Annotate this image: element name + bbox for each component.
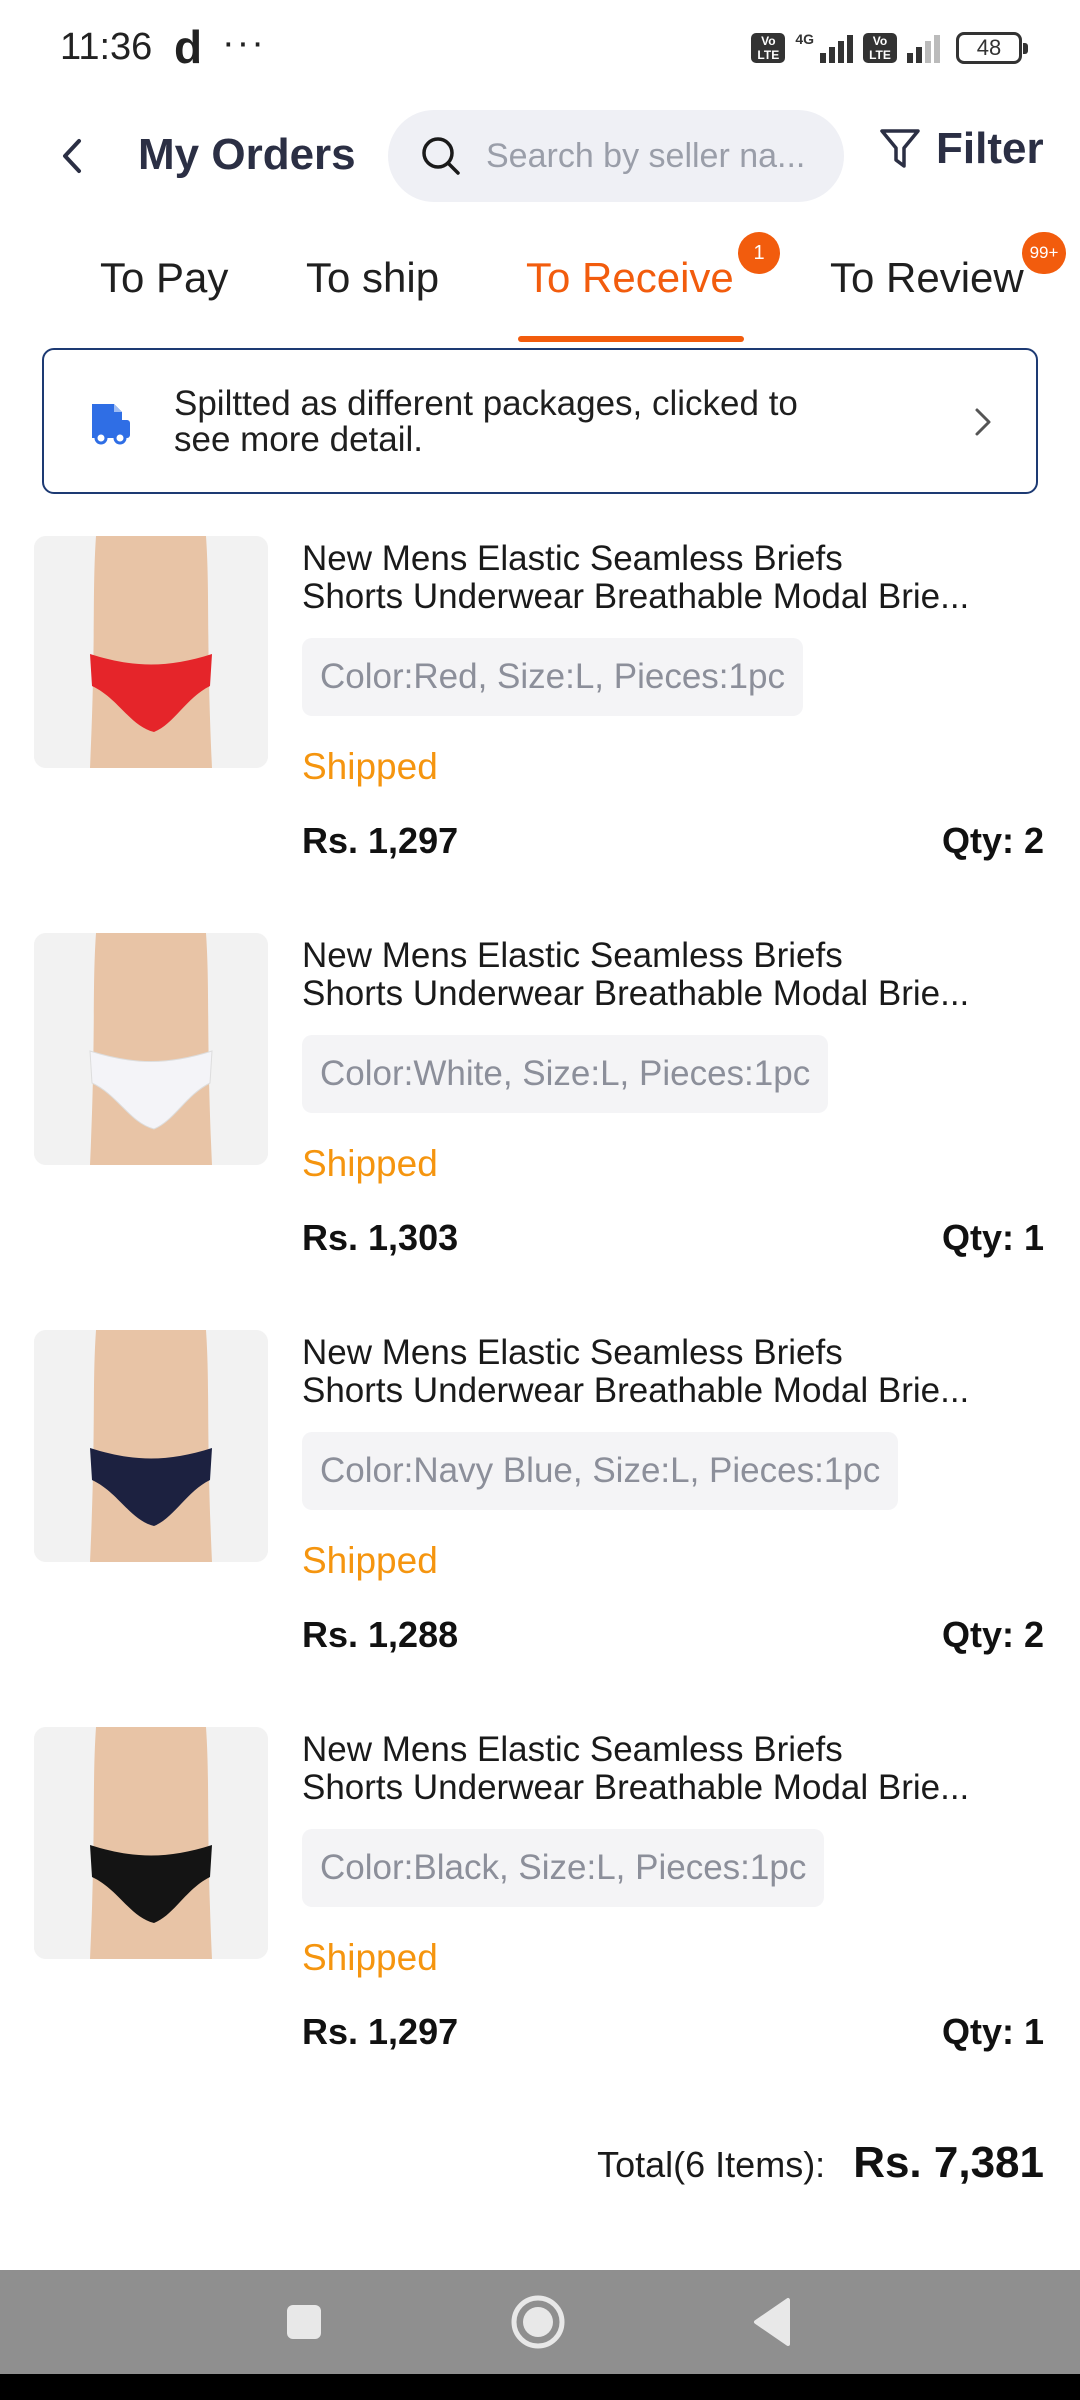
back-nav-button[interactable] — [744, 2292, 804, 2352]
tab-to-receive[interactable]: To Receive — [526, 254, 734, 302]
system-nav-bar — [0, 2270, 1080, 2374]
variant-tag: Color:Black, Size:L, Pieces:1pc — [302, 1829, 825, 1907]
tab-badge-to-receive: 1 — [738, 232, 780, 274]
search-input[interactable] — [486, 136, 826, 176]
notice-line-1: Spiltted as different packages, clicked … — [174, 384, 798, 423]
item-price: Rs. 1,297 — [302, 2011, 459, 2052]
signal-strength-icon-2 — [907, 33, 940, 63]
product-title-line-2: Shorts Underwear Breathable Modal Brie..… — [302, 1372, 970, 1410]
battery-icon: 48 — [956, 32, 1028, 64]
tab-to-review[interactable]: To Review — [830, 254, 1024, 302]
product-title: New Mens Elastic Seamless Briefs Shorts … — [302, 1334, 1046, 1410]
signal-strength-icon — [820, 33, 853, 63]
packages-notice[interactable]: Spiltted as different packages, clicked … — [42, 348, 1038, 494]
product-title-line-1: New Mens Elastic Seamless Briefs — [302, 1731, 843, 1769]
order-item[interactable]: New Mens Elastic Seamless Briefs Shorts … — [0, 1727, 1080, 2087]
order-item[interactable]: New Mens Elastic Seamless Briefs Shorts … — [0, 1330, 1080, 1690]
header: My Orders Filter — [0, 108, 1080, 204]
tab-to-pay[interactable]: To Pay — [100, 254, 228, 302]
product-title: New Mens Elastic Seamless Briefs Shorts … — [302, 937, 1046, 1013]
item-qty: Qty: 2 — [941, 1614, 1044, 1655]
product-title-line-2: Shorts Underwear Breathable Modal Brie..… — [302, 1769, 970, 1807]
product-image — [34, 536, 268, 768]
recents-button[interactable] — [274, 2292, 334, 2352]
order-item[interactable]: New Mens Elastic Seamless Briefs Shorts … — [0, 536, 1080, 896]
bottom-strip — [0, 2374, 1080, 2400]
active-tab-indicator — [518, 336, 744, 342]
item-qty: Qty: 2 — [941, 820, 1044, 861]
product-image — [34, 1330, 268, 1562]
total-value: Rs. 7,381 — [853, 2138, 1044, 2187]
network-type-label: 4G — [795, 31, 814, 47]
product-title-line-1: New Mens Elastic Seamless Briefs — [302, 1334, 843, 1372]
volte-icon: Vo LTE — [751, 33, 786, 63]
page-title: My Orders — [138, 130, 356, 179]
status-bar: 11:36 d ··· Vo LTE 4G Vo LTE 48 — [0, 0, 1080, 100]
variant-tag: Color:White, Size:L, Pieces:1pc — [302, 1035, 829, 1113]
order-item[interactable]: New Mens Elastic Seamless Briefs Shorts … — [0, 933, 1080, 1293]
order-tabs: To Pay To ship To Receive 1 To Review 99… — [0, 230, 1080, 342]
volte-icon-2: Vo LTE — [863, 33, 897, 63]
notification-app-icon: d — [174, 21, 203, 73]
more-notifications-icon: ··· — [222, 22, 266, 64]
order-status: Shipped — [302, 1540, 438, 1581]
item-qty: Qty: 1 — [941, 1217, 1044, 1258]
order-status: Shipped — [302, 1143, 438, 1184]
product-title: New Mens Elastic Seamless Briefs Shorts … — [302, 540, 1046, 616]
filter-icon — [880, 129, 920, 168]
order-status: Shipped — [302, 746, 438, 787]
product-image — [34, 1727, 268, 1959]
product-title-line-2: Shorts Underwear Breathable Modal Brie..… — [302, 578, 970, 616]
filter-button[interactable]: Filter — [878, 124, 1044, 174]
variant-tag: Color:Navy Blue, Size:L, Pieces:1pc — [302, 1432, 899, 1510]
product-title-line-1: New Mens Elastic Seamless Briefs — [302, 937, 843, 975]
item-price: Rs. 1,303 — [302, 1217, 459, 1258]
order-total: Total(6 Items): Rs. 7,381 — [597, 2138, 1044, 2188]
item-price: Rs. 1,297 — [302, 820, 459, 861]
order-status: Shipped — [302, 1937, 438, 1978]
product-title-line-2: Shorts Underwear Breathable Modal Brie..… — [302, 975, 970, 1013]
back-button[interactable] — [40, 124, 104, 188]
variant-tag: Color:Red, Size:L, Pieces:1pc — [302, 638, 803, 716]
product-title: New Mens Elastic Seamless Briefs Shorts … — [302, 1731, 1046, 1807]
chevron-right-icon — [975, 408, 991, 436]
notice-text: Spiltted as different packages, clicked … — [174, 386, 934, 458]
filter-label: Filter — [936, 124, 1044, 173]
item-price: Rs. 1,288 — [302, 1614, 459, 1655]
truck-icon — [92, 404, 130, 445]
chevron-left-icon — [63, 139, 81, 173]
item-qty: Qty: 1 — [941, 2011, 1044, 2052]
total-label: Total(6 Items): — [597, 2144, 826, 2185]
search-box[interactable] — [388, 110, 844, 202]
notice-line-2: see more detail. — [174, 420, 424, 459]
status-time: 11:36 — [60, 26, 153, 68]
home-button[interactable] — [508, 2292, 568, 2352]
search-icon — [422, 137, 460, 175]
product-image — [34, 933, 268, 1165]
tab-to-ship[interactable]: To ship — [306, 254, 439, 302]
tab-badge-to-review: 99+ — [1022, 232, 1066, 274]
product-title-line-1: New Mens Elastic Seamless Briefs — [302, 540, 843, 578]
status-icons: Vo LTE 4G Vo LTE 48 — [751, 31, 1028, 64]
